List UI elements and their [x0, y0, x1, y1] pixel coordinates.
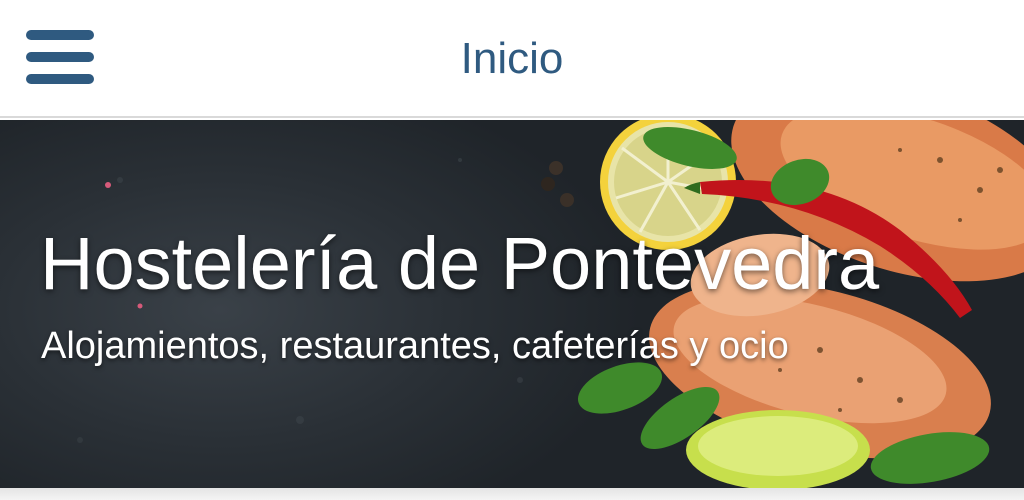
hero-banner[interactable]: Hostelería de Pontevedra Alojamientos, r… — [0, 120, 1024, 488]
hero-subtitle: Alojamientos, restaurantes, cafeterías y… — [41, 325, 789, 367]
hero-title: Hostelería de Pontevedra — [40, 222, 880, 305]
page-title: Inicio — [460, 34, 564, 83]
divider — [0, 488, 1024, 500]
app-header: Inicio — [0, 0, 1024, 118]
